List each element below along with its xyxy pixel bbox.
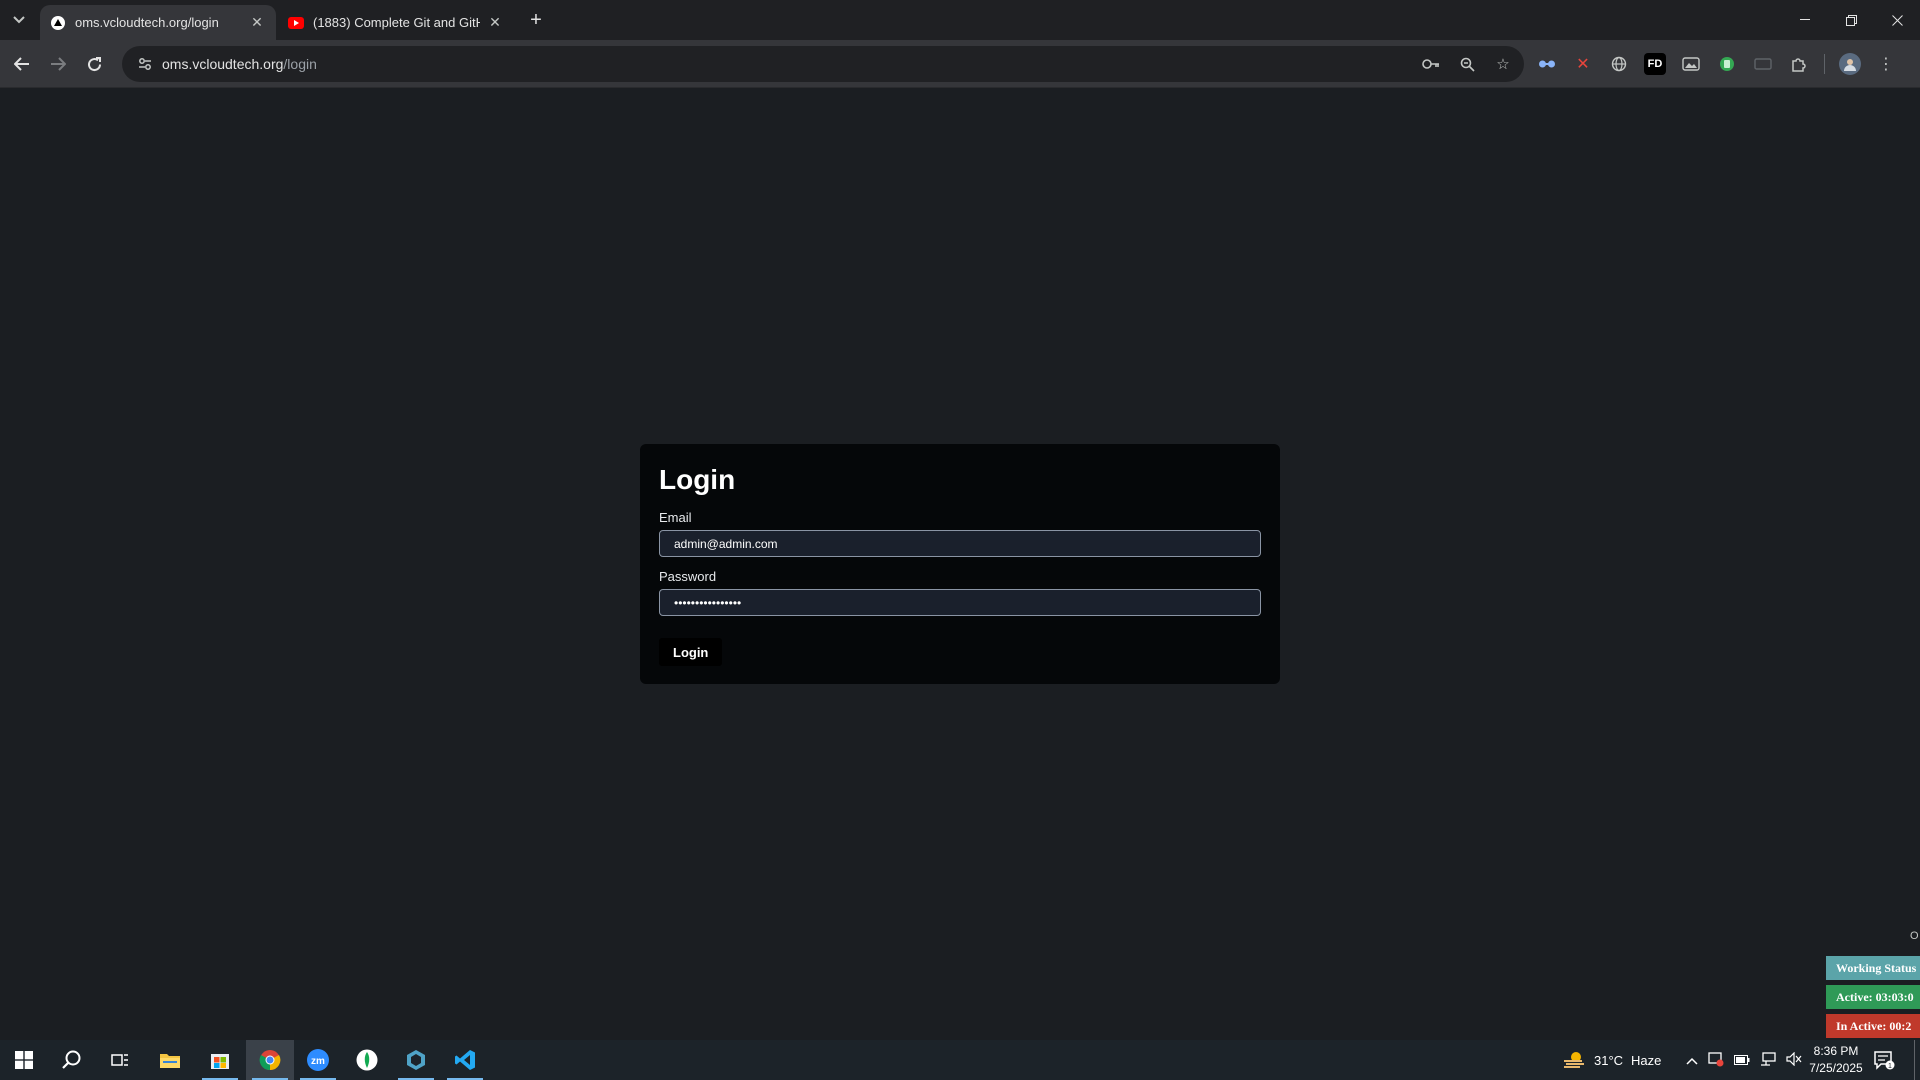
tab-title: oms.vcloudtech.org/login (75, 15, 219, 30)
url-host: oms.vcloudtech.org (162, 56, 284, 72)
active-time-badge: Active: 03:03:0 (1826, 985, 1920, 1009)
page-content: Login Email Password Login O (0, 88, 1920, 1040)
haze-weather-icon (1564, 1052, 1584, 1068)
red-x-extension-icon[interactable]: ✕ (1572, 53, 1594, 75)
address-bar[interactable]: oms.vcloudtech.org/login ☆ (122, 46, 1524, 82)
weather-widget[interactable]: 31°C Haze (1562, 1040, 1661, 1080)
back-arrow-icon[interactable] (8, 50, 36, 78)
password-field[interactable] (659, 589, 1261, 616)
vercel-triangle-icon (50, 15, 66, 31)
clock-date: 7/25/2025 (1809, 1061, 1863, 1075)
chrome-icon[interactable] (246, 1040, 294, 1080)
windows-start-icon[interactable] (0, 1040, 48, 1080)
browser-toolbar: oms.vcloudtech.org/login ☆ ✕ FD ⋮ (0, 40, 1920, 88)
page-title: Login (659, 464, 736, 495)
extensions-area: ✕ FD ⋮ (1536, 50, 1897, 78)
restore-icon[interactable] (1828, 4, 1874, 36)
taskbar: zm 31°C Haze 8:36 PM 7/25/2025 1 (0, 1040, 1920, 1080)
tab-oms-login[interactable]: oms.vcloudtech.org/login ✕ (40, 5, 276, 40)
close-tab-icon[interactable]: ✕ (486, 14, 504, 32)
close-window-icon[interactable] (1874, 4, 1920, 36)
forward-arrow-icon[interactable] (44, 50, 72, 78)
chevron-up-icon[interactable] (1686, 1053, 1698, 1068)
new-tab-plus-icon[interactable]: + (525, 9, 547, 31)
task-view-icon[interactable] (96, 1040, 144, 1080)
kebab-menu-icon[interactable]: ⋮ (1875, 53, 1897, 75)
login-card: Login Email Password Login (640, 444, 1280, 684)
working-status-badge[interactable]: Working Status (1826, 956, 1920, 980)
password-key-icon[interactable] (1420, 53, 1442, 75)
toolbar-divider (1824, 54, 1825, 74)
notification-count: 1 (1888, 1063, 1892, 1070)
notification-center-icon[interactable]: 1 (1864, 1040, 1904, 1080)
weather-temp: 31°C (1594, 1052, 1624, 1068)
tab-youtube-git[interactable]: (1883) Complete Git and GitHub ✕ (278, 5, 514, 40)
mongodb-compass-icon[interactable] (343, 1040, 391, 1080)
reload-icon[interactable] (80, 50, 108, 78)
system-tray (1686, 1040, 1802, 1080)
zoom-icon[interactable] (1456, 53, 1478, 75)
email-field[interactable] (659, 530, 1261, 557)
show-desktop-divider[interactable] (1914, 1040, 1915, 1080)
green-extension-icon[interactable] (1716, 53, 1738, 75)
glasses-extension-icon[interactable] (1536, 53, 1558, 75)
screen-extension-icon[interactable] (1752, 53, 1774, 75)
svg-text:zm: zm (311, 1056, 325, 1067)
url-path: /login (283, 56, 317, 72)
system-clock[interactable]: 8:36 PM 7/25/2025 (1800, 1043, 1872, 1077)
tab-title: (1883) Complete Git and GitHub (313, 15, 480, 30)
login-button[interactable]: Login (659, 638, 723, 666)
bookmark-star-icon[interactable]: ☆ (1492, 53, 1514, 75)
microsoft-store-icon[interactable] (196, 1040, 244, 1080)
zoom-app-icon[interactable]: zm (294, 1040, 342, 1080)
fd-extension-icon[interactable]: FD (1644, 53, 1666, 75)
network-icon[interactable] (1760, 1051, 1776, 1069)
site-settings-icon[interactable] (128, 46, 162, 82)
search-icon[interactable] (48, 1040, 96, 1080)
minimize-icon[interactable] (1782, 4, 1828, 36)
weather-desc: Haze (1631, 1052, 1662, 1068)
youtube-icon (288, 15, 304, 31)
file-explorer-icon[interactable] (146, 1040, 194, 1080)
tab-strip: oms.vcloudtech.org/login ✕ (1883) Comple… (0, 0, 1920, 40)
email-label: Email (659, 510, 692, 525)
password-label: Password (659, 569, 717, 584)
close-tab-icon[interactable]: ✕ (248, 14, 266, 32)
chevron-down-icon (13, 16, 25, 24)
globe-extension-icon[interactable] (1608, 53, 1630, 75)
image-extension-icon[interactable] (1680, 53, 1702, 75)
inactive-time-badge: In Active: 00:2 (1826, 1014, 1920, 1038)
profile-avatar-icon[interactable] (1839, 53, 1861, 75)
tab-search-button[interactable] (6, 8, 32, 32)
clock-time: 8:36 PM (1813, 1044, 1859, 1058)
time-tracker-widget: Working Status Active: 03:03:0 In Active… (1826, 928, 1920, 1038)
vscode-icon[interactable] (441, 1040, 489, 1080)
app-hexagon-icon[interactable] (392, 1040, 440, 1080)
security-alert-icon[interactable] (1708, 1051, 1724, 1070)
puzzle-extensions-icon[interactable] (1788, 53, 1810, 75)
url-text: oms.vcloudtech.org/login (162, 56, 317, 72)
battery-icon[interactable] (1734, 1053, 1750, 1068)
